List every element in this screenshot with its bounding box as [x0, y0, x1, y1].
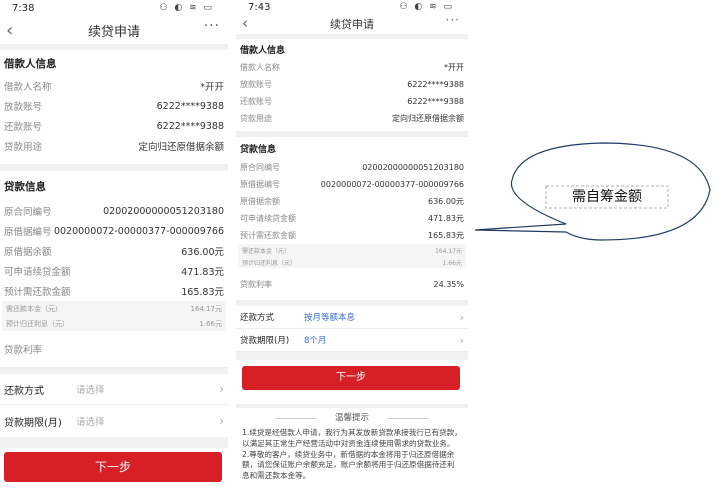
callout-graphic	[474, 142, 711, 241]
callout-text: 需自筹金额	[572, 189, 642, 205]
